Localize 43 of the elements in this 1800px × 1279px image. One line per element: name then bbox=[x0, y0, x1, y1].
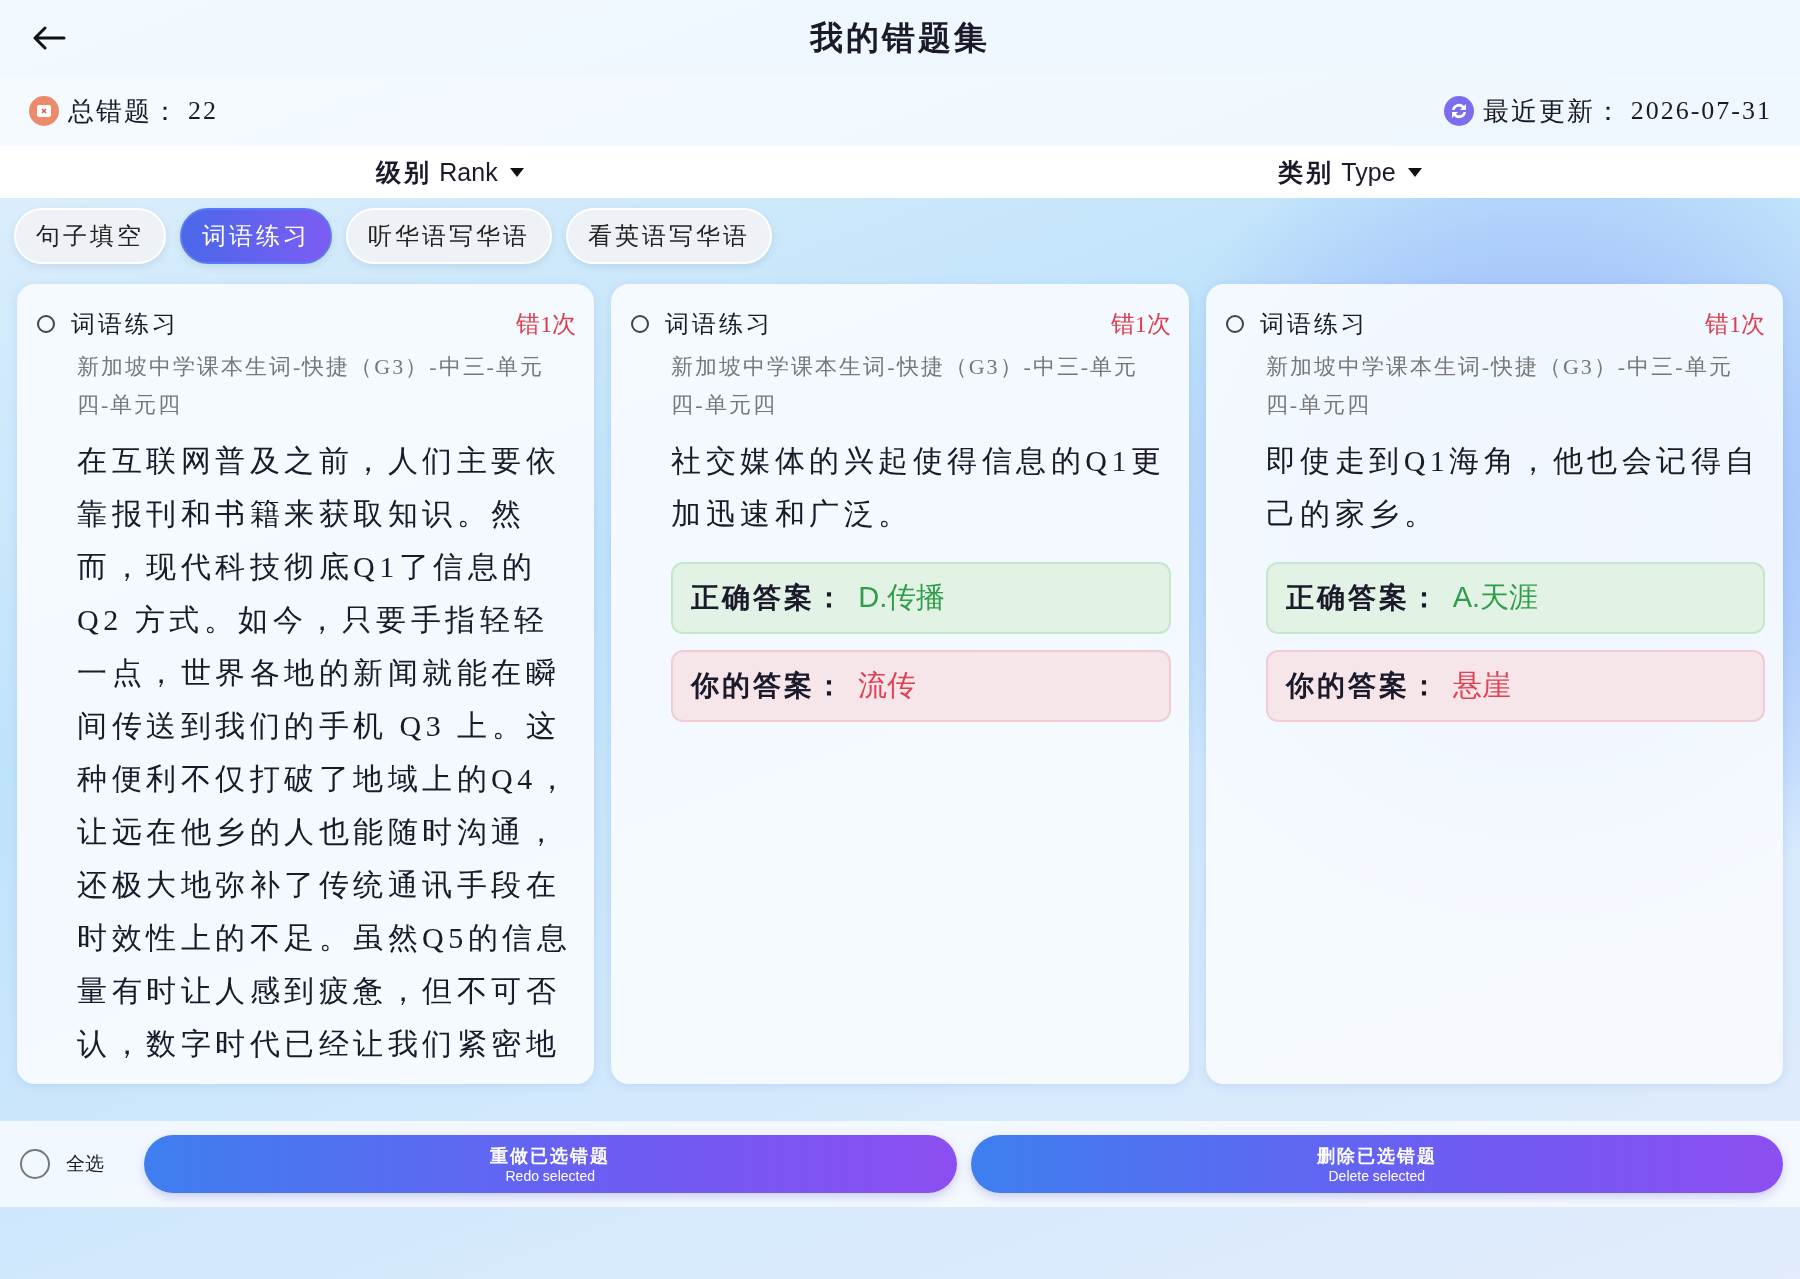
select-radio[interactable] bbox=[37, 315, 55, 333]
answer-value: A.天涯 bbox=[1452, 580, 1539, 615]
answer-value: 流传 bbox=[858, 668, 917, 703]
question-text: 社交媒体的兴起使得信息的Q1更加迅速和广泛。 bbox=[671, 443, 1167, 532]
total-count: 22 bbox=[188, 96, 218, 126]
question-source: 新加坡中学课本生词-快捷（G3）-中三-单元四-单元四 bbox=[77, 353, 545, 419]
select-all-radio[interactable] bbox=[20, 1149, 50, 1179]
answer-label: 正确答案： bbox=[691, 581, 847, 615]
updated-date: 2026-07-31 bbox=[1630, 96, 1772, 126]
mistake-count: 错1次 bbox=[1705, 310, 1765, 339]
question-text: 即使走到Q1海角，他也会记得自己的家乡。 bbox=[1265, 443, 1761, 532]
filter-dropdown[interactable]: 类别 Type bbox=[1272, 154, 1428, 190]
caret-icon bbox=[509, 167, 524, 177]
question-text: 在互联网普及之前，人们主要依靠报刊和书籍来获取知识。然而，现代科技彻底Q1了信息的Q2 方式。如今，只要手指轻轻一点，世界各地的新闻就能在瞬间传送到我们的手机 Q3 上。这种便利不仅打破了地域上的Q4，让远在他乡的人也能随时沟通，还极大地弥补了传统通讯手段在时效性上的不足。虽然Q5的信息量有时让人感到疲惫，但不可否认，数字时代已经让我们紧密地 bbox=[77, 443, 573, 1062]
category-tab[interactable]: 句子填空 bbox=[14, 208, 166, 264]
filter-dropdown[interactable]: 级别 Rank bbox=[370, 154, 530, 190]
question-type: 词语练习 bbox=[665, 310, 775, 339]
action-button[interactable]: 重做已选错题 Redo selected bbox=[144, 1135, 957, 1193]
answer-label: 正确答案： bbox=[1285, 581, 1441, 615]
action-button[interactable]: 删除已选错题 Delete selected bbox=[970, 1135, 1783, 1193]
updated-label: 最近更新： bbox=[1482, 95, 1623, 128]
select-radio[interactable] bbox=[1225, 315, 1244, 333]
category-tab[interactable]: 看英语写华语 bbox=[566, 208, 772, 264]
question-type: 词语练习 bbox=[71, 310, 180, 339]
select-all-label: 全选 bbox=[66, 1152, 104, 1176]
question-source: 新加坡中学课本生词-快捷（G3）-中三-单元四-单元四 bbox=[1265, 353, 1734, 419]
answer-label: 你的答案： bbox=[1285, 669, 1441, 703]
category-tab[interactable]: 词语练习 bbox=[180, 208, 332, 264]
answer-value: D.传播 bbox=[858, 580, 946, 615]
select-radio[interactable] bbox=[631, 315, 650, 333]
answer-value: 悬崖 bbox=[1452, 668, 1511, 703]
category-tab[interactable]: 听华语写华语 bbox=[346, 208, 552, 264]
back-arrow-icon[interactable] bbox=[32, 26, 66, 50]
question-type: 词语练习 bbox=[1259, 310, 1369, 339]
refresh-icon bbox=[1442, 95, 1475, 127]
answer-label: 你的答案： bbox=[691, 669, 847, 703]
total-label: 总错题： bbox=[68, 95, 180, 128]
caret-icon bbox=[1407, 167, 1422, 177]
question-source: 新加坡中学课本生词-快捷（G3）-中三-单元四-单元四 bbox=[671, 353, 1140, 419]
mistake-count: 错1次 bbox=[1110, 310, 1171, 339]
error-book-icon bbox=[28, 95, 60, 127]
page-title: 我的错题集 bbox=[810, 18, 990, 58]
mistake-count: 错1次 bbox=[516, 310, 577, 339]
